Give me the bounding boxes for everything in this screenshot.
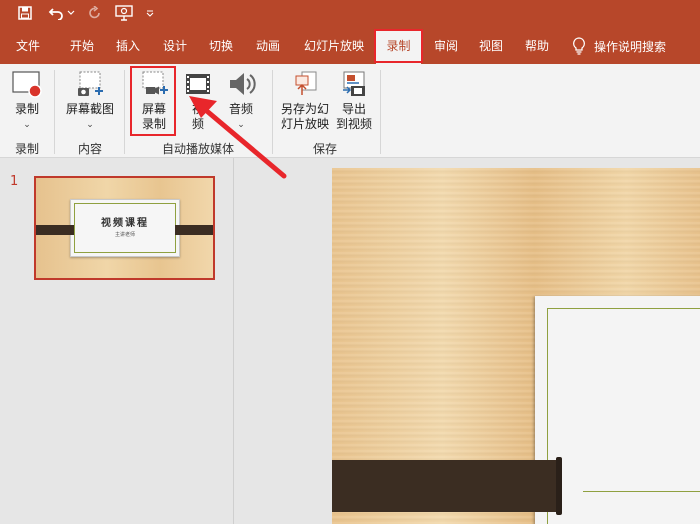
tab-home[interactable]: 开始 (62, 28, 102, 64)
screenshot-label: 屏幕截图 (65, 102, 114, 116)
audio-label: 音频 (228, 102, 253, 116)
save-icon[interactable] (16, 4, 34, 22)
slide-thumbnail[interactable]: 视频课程 主讲老师 (34, 176, 215, 280)
audio-button[interactable]: 音频 ⌄ (222, 70, 260, 133)
screenshot-icon (78, 71, 103, 96)
lightbulb-icon (573, 37, 585, 55)
ribbon: 录制 ⌄ 录制 屏幕截图 ⌄ 内容 屏幕 录制 视 频 音频 ⌄ 自动播放媒体 … (0, 64, 700, 158)
tab-view[interactable]: 视图 (471, 28, 511, 64)
tell-me-search[interactable]: 操作说明搜索 (572, 28, 666, 64)
slide-number: 1 (10, 174, 19, 189)
title-bar (0, 0, 700, 28)
chevron-down-icon: ⌄ (86, 120, 94, 130)
divider (54, 70, 55, 154)
menu-bar: 文件 开始 插入 设计 切换 动画 幻灯片放映 录制 审阅 视图 帮助 操作说明… (0, 28, 700, 64)
thumbnail-subtitle: 主讲老师 (114, 232, 135, 238)
tab-design[interactable]: 设计 (155, 28, 195, 64)
export-video-icon (343, 71, 365, 96)
customize-toolbar-icon[interactable] (144, 4, 156, 22)
film-icon (186, 74, 210, 94)
tab-animations[interactable]: 动画 (248, 28, 288, 64)
slide-dark-bar (332, 457, 562, 515)
video-button[interactable]: 视 频 (182, 70, 214, 132)
search-label: 操作说明搜索 (594, 39, 667, 54)
group-label-record: 录制 (14, 142, 39, 156)
screenshot-button[interactable]: 屏幕截图 ⌄ (62, 70, 118, 133)
thumbnail-bar-left (36, 225, 74, 235)
tab-file[interactable]: 文件 (8, 28, 48, 64)
divider (272, 70, 273, 154)
tab-help[interactable]: 帮助 (517, 28, 557, 64)
record-label: 录制 (14, 102, 39, 116)
group-label-save: 保存 (312, 142, 337, 156)
record-icon (12, 71, 42, 98)
tab-review[interactable]: 审阅 (426, 28, 466, 64)
save-as-show-icon (295, 71, 317, 95)
redo-icon[interactable] (86, 4, 104, 22)
button-highlight-box (130, 66, 176, 136)
tab-highlight-box (374, 29, 423, 63)
video-label-1: 视 (191, 102, 204, 116)
slide-card-line (583, 491, 700, 492)
tab-slideshow[interactable]: 幻灯片放映 (296, 28, 372, 64)
present-from-start-icon[interactable] (114, 4, 134, 22)
slide-canvas[interactable] (332, 168, 700, 524)
tab-insert[interactable]: 插入 (108, 28, 148, 64)
thumbnail-bar-right (175, 225, 213, 235)
export-video-label-2: 到视频 (335, 117, 372, 131)
group-label-content: 内容 (77, 142, 102, 156)
group-label-autoplay-media: 自动播放媒体 (161, 142, 234, 156)
export-video-button[interactable]: 导出 到视频 (334, 70, 374, 132)
chevron-down-icon: ⌄ (237, 120, 245, 130)
chevron-down-icon: ⌄ (23, 120, 31, 130)
record-button[interactable]: 录制 ⌄ (8, 70, 46, 133)
save-as-show-label-2: 灯片放映 (280, 117, 329, 131)
export-video-label-1: 导出 (341, 102, 366, 116)
divider (124, 70, 125, 154)
save-as-show-label-1: 另存为幻 (280, 102, 329, 116)
save-as-show-button[interactable]: 另存为幻 灯片放映 (276, 70, 334, 132)
video-label-2: 频 (191, 117, 204, 131)
divider (380, 70, 381, 154)
undo-dropdown-icon[interactable] (66, 4, 76, 22)
speaker-icon (230, 73, 256, 95)
tab-transitions[interactable]: 切换 (201, 28, 241, 64)
thumbnail-title: 视频课程 (101, 218, 149, 229)
undo-icon[interactable] (46, 4, 66, 22)
